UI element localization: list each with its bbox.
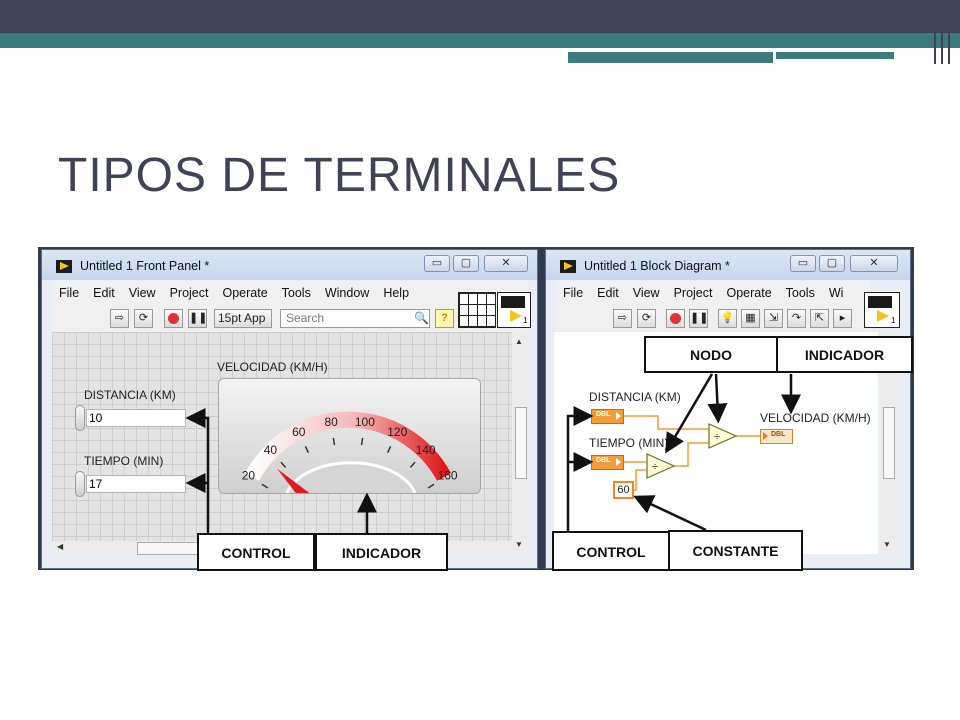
gauge-tick xyxy=(409,461,416,468)
run-arrow-icon[interactable]: ⇨ xyxy=(110,309,129,328)
menu-operate[interactable]: Operate xyxy=(215,286,274,300)
gauge-tick-label: 80 xyxy=(324,415,338,429)
gauge-tick xyxy=(332,437,336,446)
distancia-numeric-control[interactable]: 10 xyxy=(86,409,186,427)
tiempo-numeric-control[interactable]: 17 xyxy=(86,475,186,493)
svg-text:÷: ÷ xyxy=(652,461,658,473)
maximize-button[interactable]: ▢ xyxy=(453,255,479,272)
velocidad-terminal-label: VELOCIDAD (KM/H) xyxy=(760,411,871,425)
divide-node-1[interactable]: ÷ xyxy=(708,423,738,449)
menu-help[interactable]: Help xyxy=(376,286,416,300)
gauge-tick-label: 100 xyxy=(355,415,375,429)
slide-title: TIPOS DE TERMINALES xyxy=(58,149,621,202)
menu-view[interactable]: View xyxy=(122,286,163,300)
menu-window[interactable]: Window xyxy=(318,286,376,300)
tiempo-increment-decrement[interactable] xyxy=(75,471,85,497)
svg-text:÷: ÷ xyxy=(714,431,720,443)
close-button[interactable]: ✕ xyxy=(484,255,528,272)
menu-tools[interactable]: Tools xyxy=(275,286,318,300)
gauge-tick-label: 120 xyxy=(387,425,407,439)
gauge-hub xyxy=(285,461,417,493)
callout-indicator-block-diagram: INDICADOR xyxy=(776,336,913,373)
slide-accent-bar-3 xyxy=(776,52,894,59)
search-icon[interactable]: 🔍 xyxy=(414,311,429,325)
gauge-tick xyxy=(427,483,435,489)
slide-accent-bar xyxy=(0,33,960,48)
gauge-tick-label: 40 xyxy=(264,443,278,457)
front-panel-toolbar: ⇨ ⟳ ❚❚ 15pt App Search 🔍 ? xyxy=(52,305,528,331)
divide-node-2[interactable]: ÷ xyxy=(646,453,676,479)
run-continuously-icon[interactable]: ⟳ xyxy=(134,309,153,328)
front-panel-menubar: File Edit View Project Operate Tools Win… xyxy=(52,281,528,305)
callout-control-front-panel: CONTROL xyxy=(197,533,315,571)
front-panel-vertical-scrollbar[interactable]: ▲ ▼ xyxy=(512,332,529,554)
slide-corner-line xyxy=(934,0,936,64)
velocidad-indicator-terminal[interactable]: DBL xyxy=(760,429,793,444)
front-panel-titlebar: Untitled 1 Front Panel * ▭ ▢ ✕ xyxy=(42,250,537,280)
block-diagram-window: Untitled 1 Block Diagram * ▭ ▢ ✕ File Ed… xyxy=(545,249,911,569)
vi-icon[interactable]: 1 xyxy=(497,292,531,328)
gauge-tick-label: 160 xyxy=(438,469,458,483)
gauge-tick xyxy=(360,437,364,446)
distancia-label: DISTANCIA (KM) xyxy=(84,388,176,402)
distancia-control-terminal[interactable]: DBL xyxy=(591,409,624,424)
tiempo-control-terminal[interactable]: DBL xyxy=(591,455,624,470)
callout-indicator-front-panel: INDICADOR xyxy=(315,533,448,571)
menu-file[interactable]: File xyxy=(52,286,86,300)
connector-pane-icon[interactable] xyxy=(458,292,496,328)
tiempo-terminal-label: TIEMPO (MIN) xyxy=(589,436,669,450)
distancia-increment-decrement[interactable] xyxy=(75,405,85,431)
menu-edit[interactable]: Edit xyxy=(86,286,122,300)
gauge-tick xyxy=(261,483,269,489)
front-panel-window: Untitled 1 Front Panel * ▭ ▢ ✕ File Edit… xyxy=(41,249,538,569)
gauge-tick-label: 20 xyxy=(242,469,256,483)
numeric-constant[interactable]: 60 xyxy=(613,481,634,499)
menu-project[interactable]: Project xyxy=(163,286,216,300)
help-icon[interactable]: ? xyxy=(435,309,454,328)
pause-icon[interactable]: ❚❚ xyxy=(188,309,207,328)
front-panel-title: Untitled 1 Front Panel * xyxy=(80,259,210,273)
slide-top-bar xyxy=(0,0,960,33)
slide-corner-line xyxy=(941,0,943,64)
callout-control-block-diagram: CONTROL xyxy=(552,531,670,571)
gauge-tick-label: 60 xyxy=(292,425,306,439)
gauge-tick-label: 140 xyxy=(416,443,436,457)
minimize-button[interactable]: ▭ xyxy=(424,255,450,272)
wire-divide1-out xyxy=(674,442,708,467)
slide-corner-line xyxy=(948,0,950,64)
wire-distancia xyxy=(624,415,708,430)
velocidad-gauge-label: VELOCIDAD (KM/H) xyxy=(217,360,328,374)
abort-icon[interactable] xyxy=(164,309,183,328)
labview-icon xyxy=(56,260,72,273)
gauge-tick xyxy=(304,445,310,453)
font-selector[interactable]: 15pt App xyxy=(214,309,272,328)
gauge-dial: 020406080100120140160180 xyxy=(242,411,458,493)
distancia-terminal-label: DISTANCIA (KM) xyxy=(589,390,681,404)
slide-accent-bar-2 xyxy=(568,52,773,63)
callout-constante: CONSTANTE xyxy=(668,530,803,571)
gauge-tick xyxy=(386,445,392,453)
gauge-tick xyxy=(280,461,287,468)
wire-constant xyxy=(634,469,646,491)
search-input[interactable]: Search xyxy=(280,309,430,328)
velocidad-gauge: 020406080100120140160180 xyxy=(218,378,481,494)
callout-nodo: NODO xyxy=(644,336,778,373)
tiempo-label: TIEMPO (MIN) xyxy=(84,454,164,468)
